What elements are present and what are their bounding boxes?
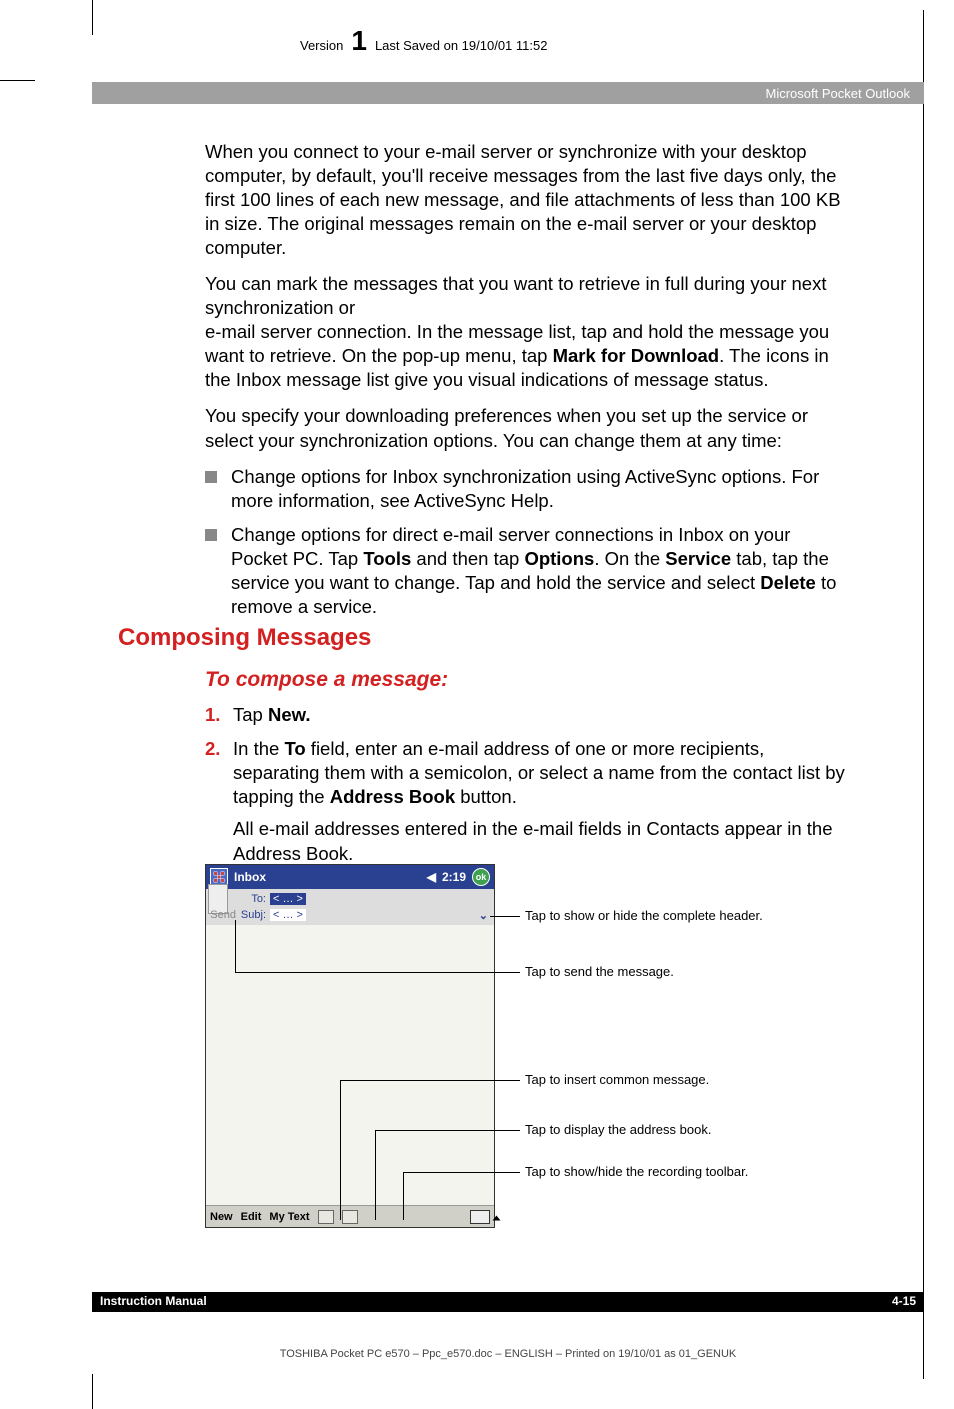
to-label: To: bbox=[230, 893, 270, 905]
chevron-down-icon[interactable]: ⌄ bbox=[479, 909, 488, 922]
header-section: Microsoft Pocket Outlook bbox=[766, 86, 911, 101]
step-item: 1. Tap New. bbox=[205, 703, 845, 727]
menu-mytext[interactable]: My Text bbox=[269, 1211, 309, 1223]
paragraph: You specify your downloading preferences… bbox=[205, 404, 845, 452]
list-item: Change options for direct e-mail server … bbox=[205, 523, 845, 619]
keyboard-icon[interactable] bbox=[470, 1210, 490, 1224]
shot-header-fields: To: < … > Send Subj: < … > ⌄ bbox=[206, 889, 494, 925]
header-bar: Microsoft Pocket Outlook bbox=[92, 82, 924, 104]
to-field[interactable]: < … > bbox=[270, 893, 306, 905]
footer-bar: Instruction Manual 4-15 bbox=[92, 1292, 924, 1312]
callout: Tap to show/hide the recording toolbar. bbox=[525, 1164, 845, 1179]
shot-menubar: New Edit My Text bbox=[206, 1205, 494, 1227]
callout: Tap to insert common message. bbox=[525, 1072, 845, 1087]
shot-title: Inbox bbox=[234, 870, 266, 884]
version-number: 1 bbox=[351, 30, 367, 52]
footer-left: Instruction Manual bbox=[100, 1294, 207, 1308]
paragraph: You can mark the messages that you want … bbox=[205, 272, 845, 392]
menu-new[interactable]: New bbox=[210, 1211, 233, 1223]
version-line: Version 1 Last Saved on 19/10/01 11:52 bbox=[300, 30, 547, 53]
recording-icon[interactable] bbox=[342, 1210, 358, 1224]
subheading: To compose a message: bbox=[205, 666, 845, 693]
compose-content: To compose a message: 1. Tap New. 2. In … bbox=[205, 666, 845, 876]
inbox-screenshot: Inbox ◀ 2:19 ok To: < … > Send Subj: < …… bbox=[205, 864, 495, 1228]
address-book-icon[interactable] bbox=[318, 1210, 334, 1224]
callout: Tap to show or hide the complete header. bbox=[525, 908, 845, 923]
print-line: TOSHIBA Pocket PC e570 – Ppc_e570.doc – … bbox=[92, 1348, 924, 1360]
list-item: Change options for Inbox synchronization… bbox=[205, 465, 845, 513]
step-item: 2. In the To field, enter an e-mail addr… bbox=[205, 737, 845, 865]
message-body-area[interactable] bbox=[206, 925, 494, 1205]
section-heading-composing: Composing Messages bbox=[118, 624, 848, 652]
callout: Tap to display the address book. bbox=[525, 1122, 845, 1137]
body-content: When you connect to your e-mail server o… bbox=[205, 140, 845, 633]
ok-button[interactable]: ok bbox=[472, 868, 490, 886]
screenshot-figure: Inbox ◀ 2:19 ok To: < … > Send Subj: < …… bbox=[205, 864, 845, 1228]
menu-edit[interactable]: Edit bbox=[241, 1211, 262, 1223]
version-label: Version bbox=[300, 38, 343, 53]
callout: Tap to send the message. bbox=[525, 964, 845, 979]
shot-titlebar: Inbox ◀ 2:19 ok bbox=[206, 865, 494, 889]
saved-on: Last Saved on 19/10/01 11:52 bbox=[375, 38, 548, 53]
subj-field[interactable]: < … > bbox=[270, 909, 306, 921]
page-number: 4-15 bbox=[892, 1294, 916, 1308]
paragraph: When you connect to your e-mail server o… bbox=[205, 140, 845, 260]
speaker-icon[interactable]: ◀ bbox=[427, 870, 436, 884]
subj-label: Subj: bbox=[240, 909, 270, 921]
shot-time: 2:19 bbox=[442, 870, 466, 884]
